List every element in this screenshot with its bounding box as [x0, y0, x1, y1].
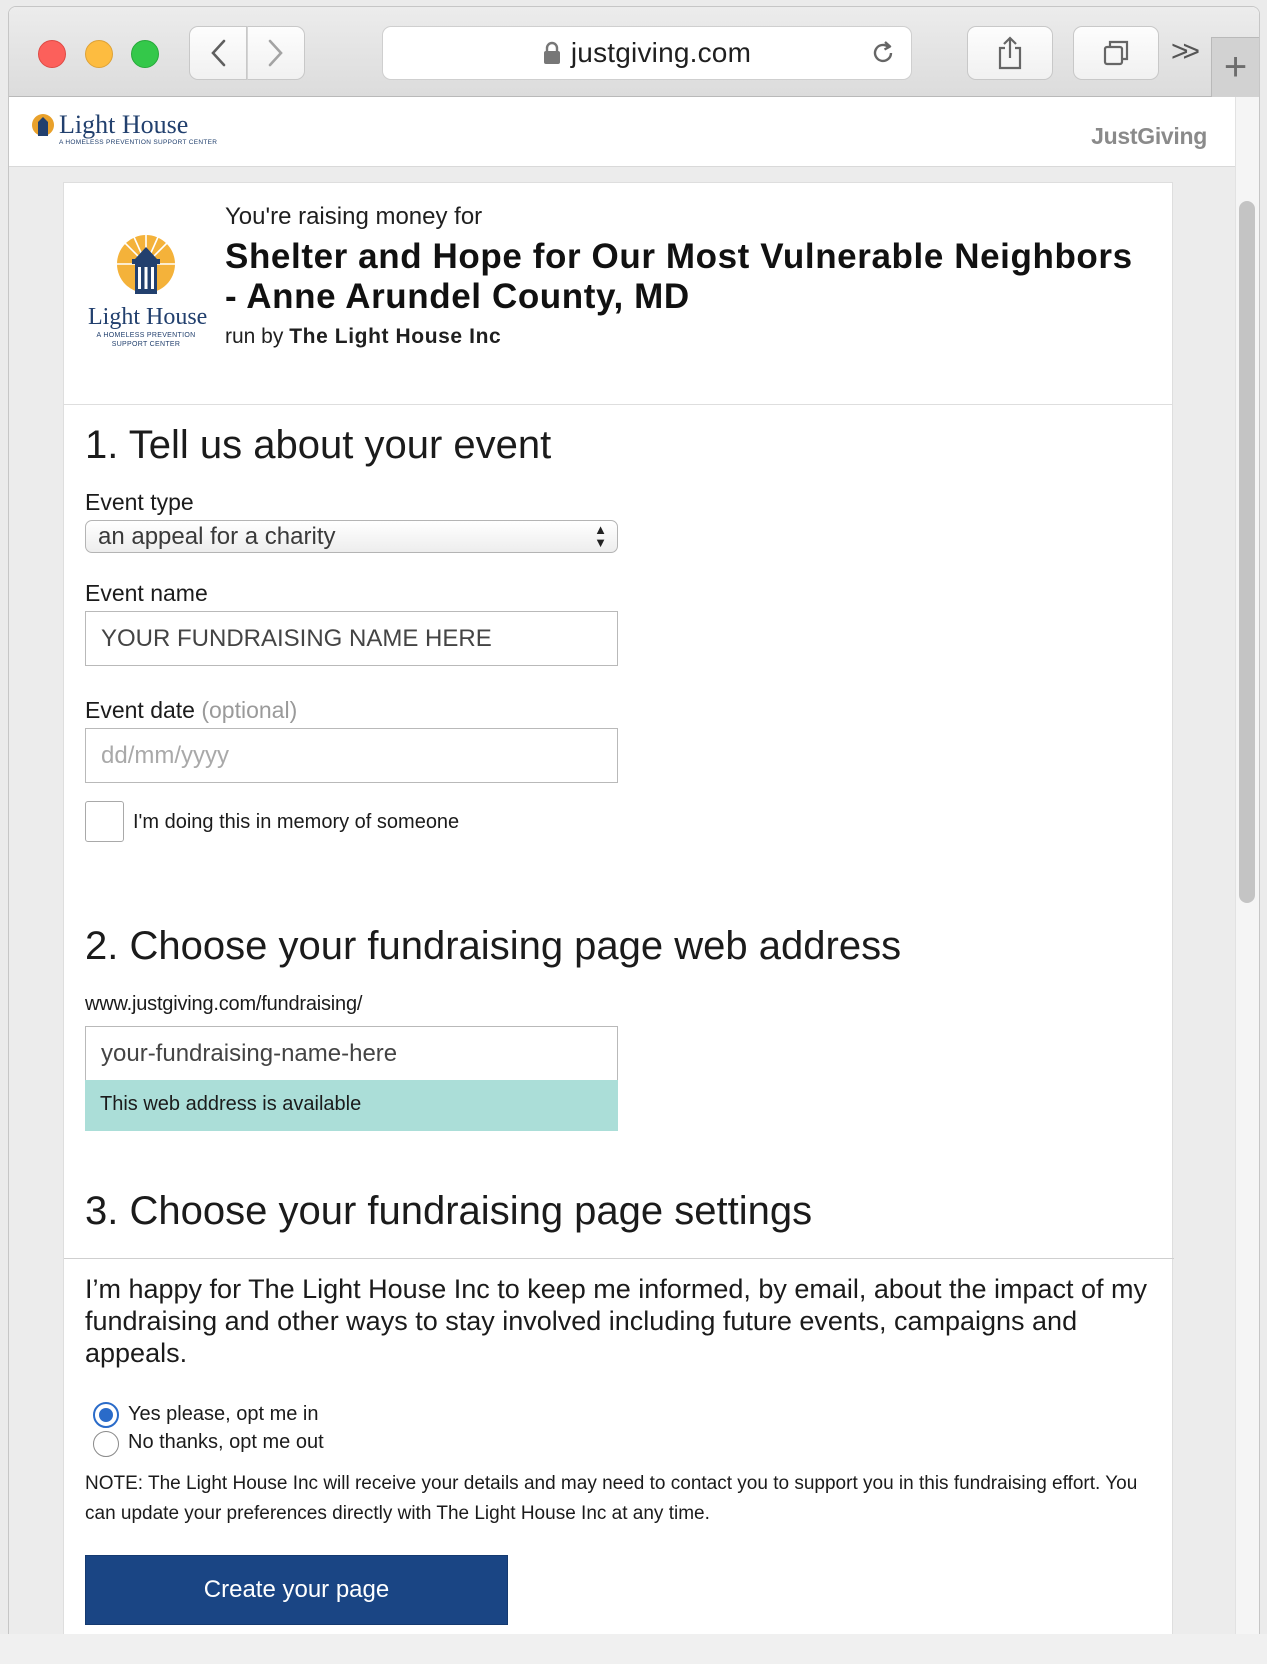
charity-summary: Light House A HOMELESS PREVENTION SUPPOR… — [64, 183, 1172, 405]
memory-checkbox-label[interactable]: I'm doing this in memory of someone — [133, 811, 459, 834]
chevron-right-icon — [268, 39, 283, 67]
raising-prefix: You're raising money for — [225, 203, 483, 230]
section-3-divider — [64, 1258, 1174, 1259]
memory-checkbox[interactable] — [85, 801, 124, 842]
data-sharing-note: NOTE: The Light House Inc will receive y… — [85, 1473, 1138, 1524]
tabs-overview-icon — [1103, 40, 1129, 66]
charity-details: You're raising money for Shelter and Hop… — [225, 203, 1155, 349]
event-type-label: Event type — [85, 489, 194, 515]
address-bar[interactable]: justgiving.com — [382, 26, 912, 80]
header-brand-tagline: A HOMELESS PREVENTION SUPPORT CENTER — [59, 139, 218, 146]
charity-logo-name: Light House — [88, 304, 208, 330]
event-name-input[interactable]: YOUR FUNDRAISING NAME HERE — [85, 611, 618, 666]
section-2-title: 2. Choose your fundraising page web addr… — [85, 924, 902, 968]
opt-out-radio[interactable] — [93, 1431, 119, 1457]
reload-icon[interactable] — [869, 39, 897, 67]
lighthouse-sunburst-icon — [117, 235, 175, 294]
event-date-label: Event date (optional) — [85, 697, 297, 724]
section-3-title: 3. Choose your fundraising page settings — [85, 1189, 813, 1233]
window-bottom-edge — [0, 1634, 1267, 1664]
run-by-line: run by The Light House Inc — [225, 325, 1155, 349]
minimize-window-button[interactable] — [85, 40, 113, 68]
share-icon — [998, 36, 1022, 70]
cause-title: Shelter and Hope for Our Most Vulnerable… — [225, 237, 1133, 316]
toolbar-overflow-button[interactable]: >> — [1171, 35, 1200, 69]
close-window-button[interactable] — [38, 40, 66, 68]
back-button[interactable] — [189, 26, 247, 80]
event-date-label-text: Event date — [85, 697, 195, 723]
create-page-button[interactable]: Create your page — [85, 1555, 508, 1625]
chevron-left-icon — [211, 39, 226, 67]
zoom-window-button[interactable] — [131, 40, 159, 68]
consent-statement: I’m happy for The Light House Inc to kee… — [85, 1274, 1148, 1368]
share-button[interactable] — [967, 26, 1053, 80]
site-header: Light House A HOMELESS PREVENTION SUPPOR… — [9, 97, 1245, 167]
availability-message: This web address is available — [85, 1080, 618, 1131]
event-type-value: an appeal for a charity — [98, 523, 336, 550]
show-tabs-button[interactable] — [1073, 26, 1159, 80]
event-name-label: Event name — [85, 580, 208, 606]
opt-in-label[interactable]: Yes please, opt me in — [128, 1403, 319, 1426]
section-1-title: 1. Tell us about your event — [85, 423, 552, 467]
page-viewport: Light House A HOMELESS PREVENTION SUPPOR… — [9, 97, 1245, 1639]
address-bar-url: justgiving.com — [570, 37, 752, 68]
fundraising-slug-input[interactable]: your-fundraising-name-here — [85, 1026, 618, 1081]
opt-out-label[interactable]: No thanks, opt me out — [128, 1431, 324, 1454]
charity-logo-tagline: A HOMELESS PREVENTION SUPPORT CENTER — [96, 332, 196, 348]
lighthouse-emblem-icon — [32, 114, 54, 136]
fundraising-url-prefix: www.justgiving.com/fundraising/ — [85, 993, 363, 1015]
run-by-org: The Light House Inc — [289, 325, 502, 348]
lock-icon — [543, 41, 560, 64]
justgiving-logo[interactable]: JustGiving — [1091, 123, 1207, 150]
event-type-select[interactable]: an appeal for a charity ▲ ▼ — [85, 520, 618, 553]
event-date-optional: (optional) — [201, 697, 298, 723]
lighthouse-header-logo[interactable]: Light House A HOMELESS PREVENTION SUPPOR… — [31, 110, 218, 146]
scrollbar-thumb[interactable] — [1239, 201, 1255, 903]
forward-button[interactable] — [247, 26, 305, 80]
page-scrollbar[interactable] — [1235, 97, 1259, 1639]
opt-in-radio[interactable] — [93, 1402, 119, 1428]
run-by-prefix: run by — [225, 325, 284, 348]
charity-logo: Light House A HOMELESS PREVENTION SUPPOR… — [88, 233, 208, 349]
new-tab-button[interactable]: + — [1211, 37, 1259, 97]
browser-window: justgiving.com >> + Light House A HOMELE… — [8, 6, 1260, 1640]
browser-toolbar: justgiving.com >> + — [9, 7, 1259, 97]
select-updown-icon: ▲ ▼ — [594, 522, 607, 550]
fundraising-form-card: Light House A HOMELESS PREVENTION SUPPOR… — [63, 182, 1174, 1639]
header-brand-name: Light House — [59, 110, 189, 139]
event-date-input[interactable]: dd/mm/yyyy — [85, 728, 618, 783]
